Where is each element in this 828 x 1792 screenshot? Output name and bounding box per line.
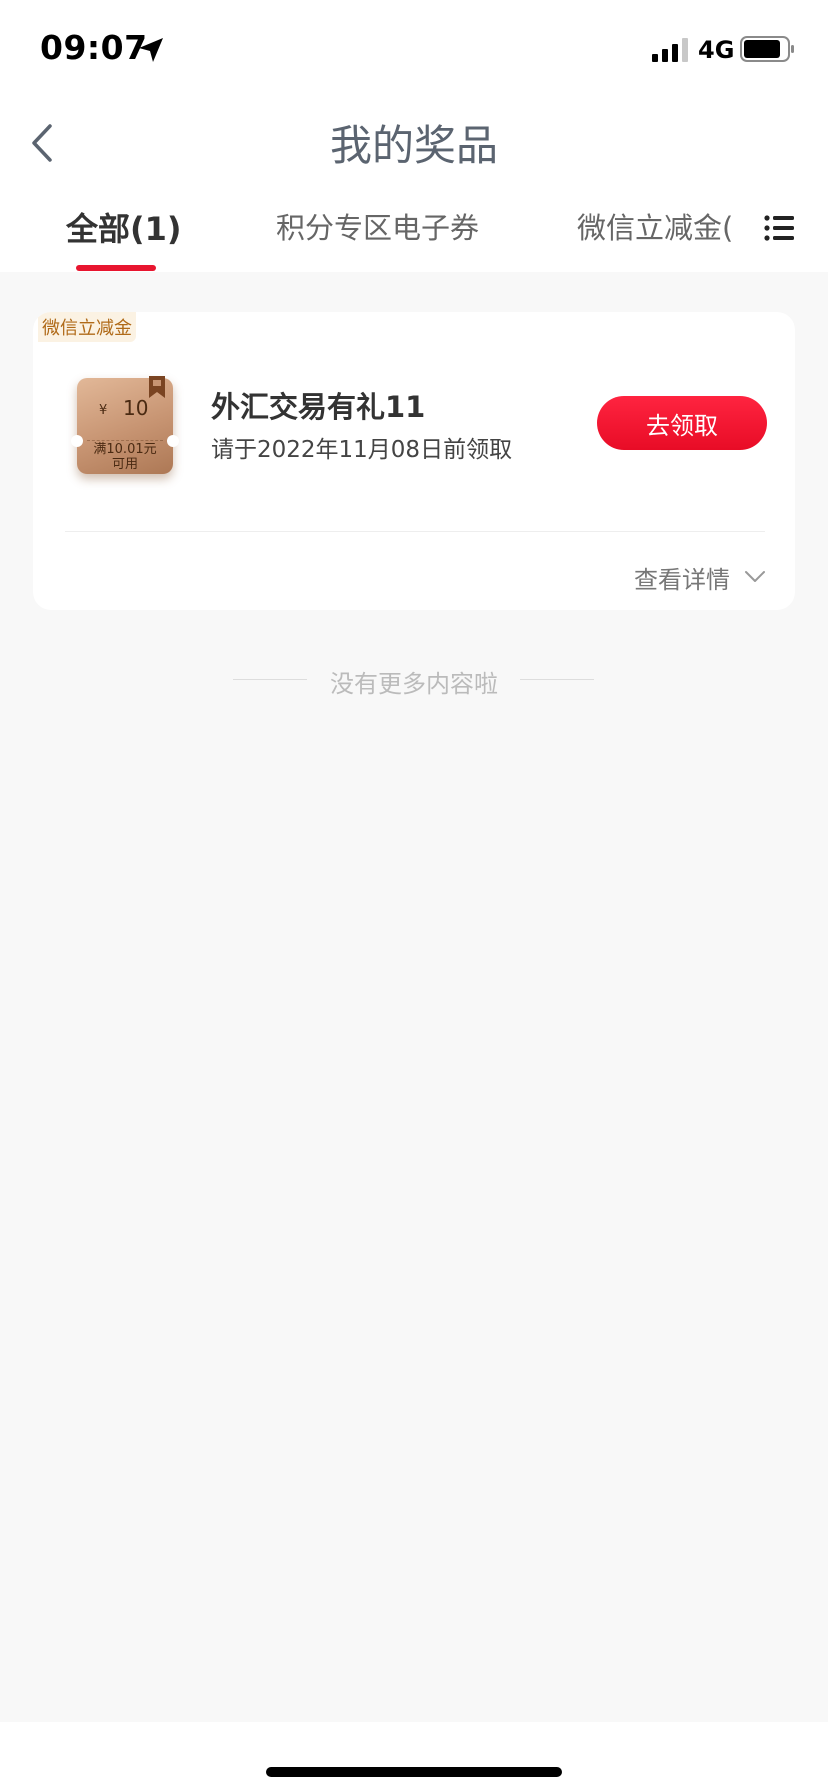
coupon-amount: 10 [123,396,149,420]
prize-title: 外汇交易有礼11 [211,390,426,424]
home-indicator[interactable] [266,1767,562,1777]
end-divider-right [520,679,594,680]
prize-type-tag: 微信立减金 [38,312,136,342]
tab-wechat-discount[interactable]: 微信立减金(1) [577,205,734,247]
coupon-condition-line1: 满10.01元 [93,442,157,457]
prize-card: 微信立减金 ¥ 10 满10.01元 可用 外汇交易有礼11 请于2022年11… [33,312,795,610]
coupon-condition-line2: 可用 [111,457,138,472]
location-arrow-icon [139,38,163,62]
tab-points-voucher[interactable]: 积分专区电子券 [276,205,479,247]
home-indicator-area [0,1722,828,1792]
list-menu-icon[interactable] [764,214,794,242]
prize-deadline: 请于2022年11月08日前领取 [211,437,513,463]
claim-button[interactable]: 去领取 [597,396,767,450]
card-divider [65,531,765,532]
active-tab-indicator [76,265,156,271]
page-title: 我的奖品 [329,121,498,170]
chevron-down-icon[interactable] [744,570,766,584]
tab-all[interactable]: 全部(1) [66,204,182,250]
status-time: 09:07 [40,28,148,67]
end-of-list-text: 没有更多内容啦 [330,670,498,698]
signal-icon [652,38,688,62]
coupon-condition: 满10.01元 可用 [77,442,173,472]
view-details-link[interactable]: 查看详情 [634,560,730,595]
battery-icon [740,36,794,62]
bookmark-ribbon-icon [149,376,165,398]
coupon-divider [87,440,163,441]
network-label: 4G [698,36,735,64]
coupon-currency: ¥ [99,403,108,418]
coupon-thumbnail: ¥ 10 满10.01元 可用 [71,376,179,474]
